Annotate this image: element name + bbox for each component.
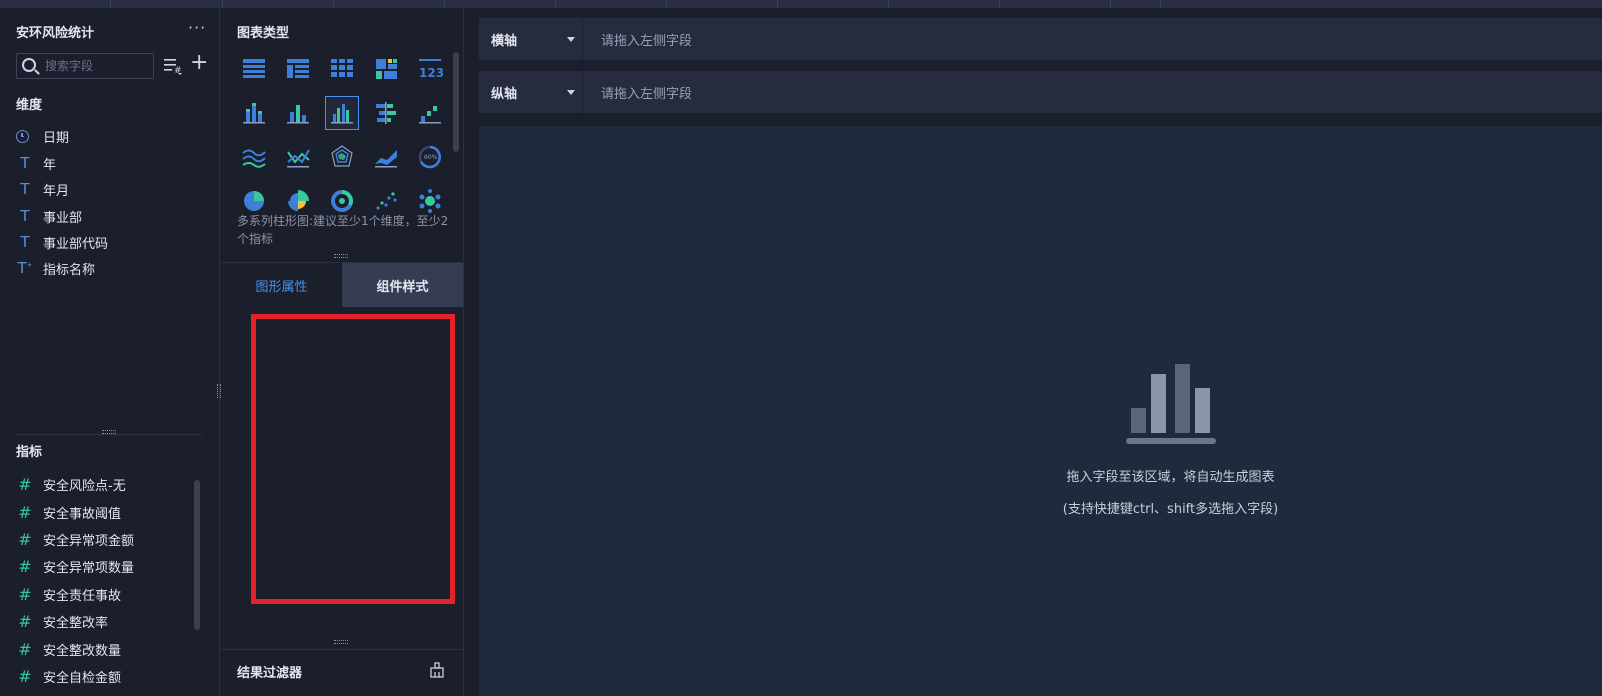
text-type-icon: T xyxy=(20,207,30,225)
metric-label: 安全风险点-无 xyxy=(43,478,126,494)
x-axis-selector[interactable]: 横轴 xyxy=(479,18,583,60)
resize-handle[interactable] xyxy=(334,640,348,644)
x-axis-dropzone[interactable]: 横轴 请拖入左侧字段 xyxy=(479,18,1602,60)
divider xyxy=(221,649,463,650)
metric-item[interactable]: # 安全整改率 xyxy=(16,611,108,631)
empty-chart-icon xyxy=(1126,364,1216,444)
y-axis-selector[interactable]: 纵轴 xyxy=(479,71,583,113)
metric-item[interactable]: # 安全自检金额 xyxy=(16,666,121,686)
hash-icon: # xyxy=(18,556,32,576)
dimension-item[interactable]: T 事业部代码 xyxy=(16,232,108,252)
y-axis-dropzone[interactable]: 纵轴 请拖入左侧字段 xyxy=(479,71,1602,113)
metric-label: 安全整改数量 xyxy=(43,643,122,659)
tab-graph-props[interactable]: 图形属性 xyxy=(221,263,342,307)
gauge-chart-icon[interactable]: 60% xyxy=(413,140,447,174)
x-axis-label: 横轴 xyxy=(491,33,518,49)
metric-item[interactable]: # 安全风险点-无 xyxy=(16,474,126,494)
dimension-label: 年月 xyxy=(43,183,70,199)
waterfall-chart-icon[interactable] xyxy=(413,96,447,130)
empty-hint: 拖入字段至该区域，将自动生成图表 xyxy=(1066,470,1275,485)
divider xyxy=(16,434,202,435)
area-chart-icon[interactable] xyxy=(369,140,403,174)
chart-config-panel: 图表类型 123 60% 多系列柱形图:建议至少1个维度，至少2个指标 图形属性… xyxy=(221,8,464,696)
metric-item[interactable]: # 安全异常项金额 xyxy=(16,529,134,549)
field-search-box[interactable] xyxy=(16,53,154,79)
line-chart-icon[interactable] xyxy=(281,140,315,174)
top-tab-strip xyxy=(0,0,1602,8)
field-search-input[interactable] xyxy=(45,54,151,78)
dimension-label: 日期 xyxy=(43,130,70,146)
color-block-icon[interactable] xyxy=(369,52,403,86)
hash-icon: # xyxy=(18,666,32,686)
metric-label: 安全异常项金额 xyxy=(43,533,135,549)
line-area-icon[interactable] xyxy=(237,140,271,174)
metric-label: 安全异常项数量 xyxy=(43,560,135,576)
metric-label: 安全责任事故 xyxy=(43,588,122,604)
bar-chart-icon[interactable] xyxy=(281,96,315,130)
field-panel: 安环风险统计 ··· # + 维度 日期 T 年 T 年月 T 事业部 T 事业… xyxy=(0,8,220,696)
metric-item[interactable]: # 安全异常项数量 xyxy=(16,556,134,576)
filter-brush-icon[interactable] xyxy=(429,662,445,678)
dimension-item[interactable]: T 年 xyxy=(16,153,56,173)
dimension-item[interactable]: T 年月 xyxy=(16,179,69,199)
hash-icon: # xyxy=(18,584,32,604)
dimension-item[interactable]: T 事业部 xyxy=(16,206,82,226)
x-axis-placeholder: 请拖入左侧字段 xyxy=(601,33,693,49)
chart-canvas[interactable]: 拖入字段至该区域，将自动生成图表 (支持快捷键ctrl、shift多选拖入字段) xyxy=(479,126,1602,696)
search-icon xyxy=(22,58,36,72)
metric-item[interactable]: # 安全事故阈值 xyxy=(16,502,121,522)
hash-icon: # xyxy=(18,502,32,522)
stacked-bar-icon[interactable] xyxy=(237,96,271,130)
property-tabs: 图形属性 组件样式 xyxy=(221,262,463,307)
svg-text:60%: 60% xyxy=(424,154,438,161)
resize-handle[interactable] xyxy=(334,254,348,258)
field-filter-icon[interactable]: # xyxy=(163,56,183,76)
chart-type-title: 图表类型 xyxy=(237,26,290,41)
metric-item[interactable]: # 安全责任事故 xyxy=(16,584,121,604)
chevron-down-icon xyxy=(567,37,575,42)
cross-table-icon[interactable] xyxy=(281,52,315,86)
metric-label: 安全整改率 xyxy=(43,615,109,631)
text-type-calc-icon: T+ xyxy=(17,259,33,277)
radar-chart-icon[interactable] xyxy=(325,140,359,174)
chart-type-scrollbar[interactable] xyxy=(453,52,459,152)
chevron-down-icon xyxy=(567,90,575,95)
dimension-item[interactable]: 日期 xyxy=(16,126,69,146)
metric-label: 安全事故阈值 xyxy=(43,506,122,522)
dimension-label: 年 xyxy=(43,157,57,173)
empty-subhint: (支持快捷键ctrl、shift多选拖入字段) xyxy=(1062,502,1279,517)
dimension-label: 事业部 xyxy=(43,210,83,226)
chart-type-hint: 多系列柱形图:建议至少1个维度，至少2个指标 xyxy=(237,214,449,246)
text-type-icon: T xyxy=(20,233,30,251)
multi-series-bar-icon[interactable] xyxy=(325,96,359,130)
text-type-icon: T xyxy=(20,180,30,198)
metric-label: 安全自检金额 xyxy=(43,670,122,686)
text-type-icon: T xyxy=(20,154,30,172)
dimensions-label: 维度 xyxy=(16,98,43,113)
detail-table-icon[interactable] xyxy=(325,52,359,86)
more-options-icon[interactable]: ··· xyxy=(188,18,206,37)
svg-text:123: 123 xyxy=(419,66,443,80)
dimension-item[interactable]: T+ 指标名称 xyxy=(16,258,95,278)
highlight-box xyxy=(251,314,455,604)
table-chart-icon[interactable] xyxy=(237,52,271,86)
metric-item[interactable]: # 安全整改数量 xyxy=(16,639,121,659)
add-field-icon[interactable]: + xyxy=(190,52,208,74)
hash-icon: # xyxy=(18,639,32,659)
y-axis-label: 纵轴 xyxy=(491,86,518,102)
hash-icon: # xyxy=(18,474,32,494)
metrics-label: 指标 xyxy=(16,445,43,460)
tab-component-style[interactable]: 组件样式 xyxy=(342,263,463,307)
hash-icon: # xyxy=(18,611,32,631)
dimension-label: 事业部代码 xyxy=(43,236,109,252)
clock-icon xyxy=(16,129,29,143)
kpi-number-icon[interactable]: 123 xyxy=(413,52,447,86)
result-filter-title: 结果过滤器 xyxy=(237,666,303,681)
dataset-title: 安环风险统计 xyxy=(16,26,95,41)
horizontal-bar-icon[interactable] xyxy=(369,96,403,130)
metrics-scrollbar[interactable] xyxy=(194,480,200,630)
hash-icon: # xyxy=(18,529,32,549)
dimension-label: 指标名称 xyxy=(43,262,96,278)
y-axis-placeholder: 请拖入左侧字段 xyxy=(601,86,693,102)
